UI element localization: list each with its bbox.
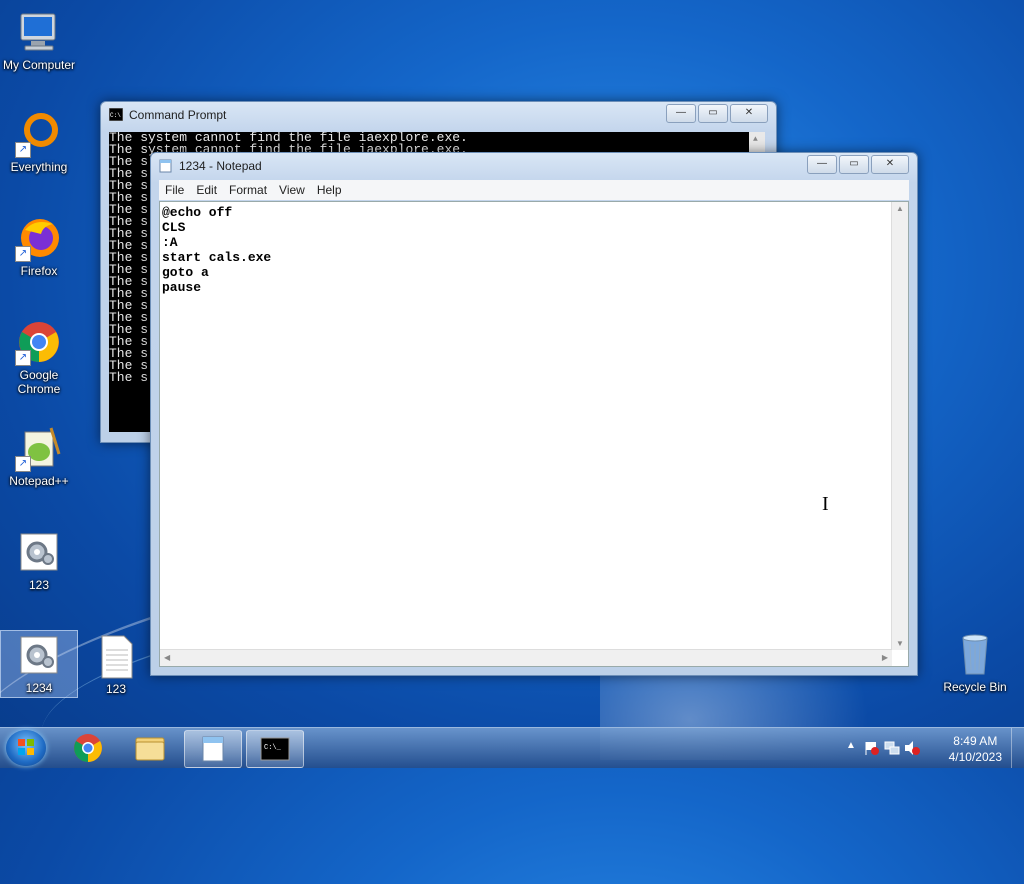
taskbar-chrome[interactable]	[60, 730, 116, 766]
taskbar-explorer[interactable]	[122, 730, 178, 766]
gear-script-icon	[15, 528, 63, 576]
everything-icon: ↗	[15, 110, 63, 158]
recycle-bin-icon	[951, 630, 999, 678]
computer-icon	[15, 8, 63, 56]
menu-edit[interactable]: Edit	[190, 183, 223, 197]
desktop-icon-123-text[interactable]: 123	[78, 632, 154, 696]
menu-view[interactable]: View	[273, 183, 311, 197]
text-cursor-icon: I	[822, 493, 829, 515]
horizontal-scrollbar[interactable]: ◀ ▶	[160, 649, 892, 666]
windows-logo-icon	[18, 739, 34, 755]
svg-text:C:\_: C:\_	[264, 744, 282, 752]
scroll-up-arrow-icon[interactable]: ▲	[896, 204, 904, 213]
scroll-up-arrow-icon[interactable]: ▲	[753, 134, 758, 146]
shortcut-arrow-icon: ↗	[15, 350, 31, 366]
desktop-icon-recycle-bin[interactable]: Recycle Bin	[937, 630, 1013, 694]
firefox-icon: ↗	[15, 214, 63, 262]
shortcut-arrow-icon: ↗	[15, 246, 31, 262]
close-button[interactable]: ✕	[871, 155, 909, 174]
notepad-window[interactable]: 1234 - Notepad — ▭ ✕ File Edit Format Vi…	[150, 152, 918, 676]
menu-help[interactable]: Help	[311, 183, 348, 197]
desktop-icon-123-batch[interactable]: 123	[1, 528, 77, 592]
svg-text:C:\: C:\	[110, 112, 121, 119]
chrome-icon	[74, 734, 102, 762]
folder-icon	[135, 737, 165, 761]
desktop-icon-notepad-plus-plus[interactable]: ↗ Notepad++	[1, 424, 77, 488]
menu-format[interactable]: Format	[223, 183, 273, 197]
maximize-button[interactable]: ▭	[839, 155, 869, 174]
notepad-icon	[202, 736, 224, 762]
menu-file[interactable]: File	[159, 183, 190, 197]
volume-muted-icon[interactable]	[904, 740, 920, 756]
taskbar-cmd[interactable]: C:\_	[246, 730, 304, 768]
notepad-icon	[159, 159, 173, 173]
desktop-icon-firefox[interactable]: ↗ Firefox	[1, 214, 77, 278]
titlebar[interactable]: 1234 - Notepad — ▭ ✕	[151, 153, 917, 179]
scroll-left-arrow-icon[interactable]: ◀	[164, 653, 170, 662]
clock[interactable]: 8:49 AM 4/10/2023	[949, 733, 1002, 765]
vertical-scrollbar[interactable]: ▲ ▼	[891, 202, 908, 650]
shortcut-arrow-icon: ↗	[15, 142, 31, 158]
desktop-icon-everything[interactable]: ↗ Everything	[1, 110, 77, 174]
network-icon[interactable]	[884, 740, 900, 756]
clock-time: 8:49 AM	[953, 734, 998, 748]
desktop-icon-google-chrome[interactable]: ↗ Google Chrome	[1, 318, 77, 396]
chrome-icon: ↗	[15, 318, 63, 366]
window-title: 1234 - Notepad	[179, 159, 262, 173]
shortcut-arrow-icon: ↗	[15, 456, 31, 472]
cmd-icon: C:\_	[260, 737, 290, 761]
desktop-icon-1234-batch[interactable]: 1234	[0, 630, 78, 698]
show-desktop-button[interactable]	[1011, 728, 1024, 768]
maximize-button[interactable]: ▭	[698, 104, 728, 123]
desktop-icon-my-computer[interactable]: My Computer	[1, 8, 77, 72]
document-text[interactable]: @echo off CLS :A start cals.exe goto a p…	[162, 205, 271, 295]
taskbar: C:\_ ▲ 8:49 AM 4/10/2023	[0, 727, 1024, 768]
gear-script-icon	[15, 631, 63, 679]
menu-bar: File Edit Format View Help	[159, 180, 909, 200]
clock-date: 4/10/2023	[948, 750, 1002, 764]
text-editor[interactable]: @echo off CLS :A start cals.exe goto a p…	[159, 201, 909, 667]
notepad-plus-plus-icon: ↗	[15, 424, 63, 472]
text-file-icon	[92, 632, 140, 680]
action-center-flag-icon[interactable]	[864, 740, 880, 756]
minimize-button[interactable]: —	[807, 155, 837, 174]
window-title: Command Prompt	[129, 108, 227, 122]
scroll-right-arrow-icon[interactable]: ▶	[882, 653, 888, 662]
taskbar-notepad[interactable]	[184, 730, 242, 768]
show-hidden-icons-icon[interactable]: ▲	[846, 740, 856, 751]
scroll-down-arrow-icon[interactable]: ▼	[896, 639, 904, 648]
close-button[interactable]: ✕	[730, 104, 768, 123]
titlebar[interactable]: C:\ Command Prompt — ▭ ✕	[101, 102, 776, 128]
system-tray: ▲ 8:49 AM 4/10/2023	[824, 728, 1024, 768]
cmd-icon: C:\	[108, 107, 124, 122]
minimize-button[interactable]: —	[666, 104, 696, 123]
start-button[interactable]	[6, 730, 46, 766]
